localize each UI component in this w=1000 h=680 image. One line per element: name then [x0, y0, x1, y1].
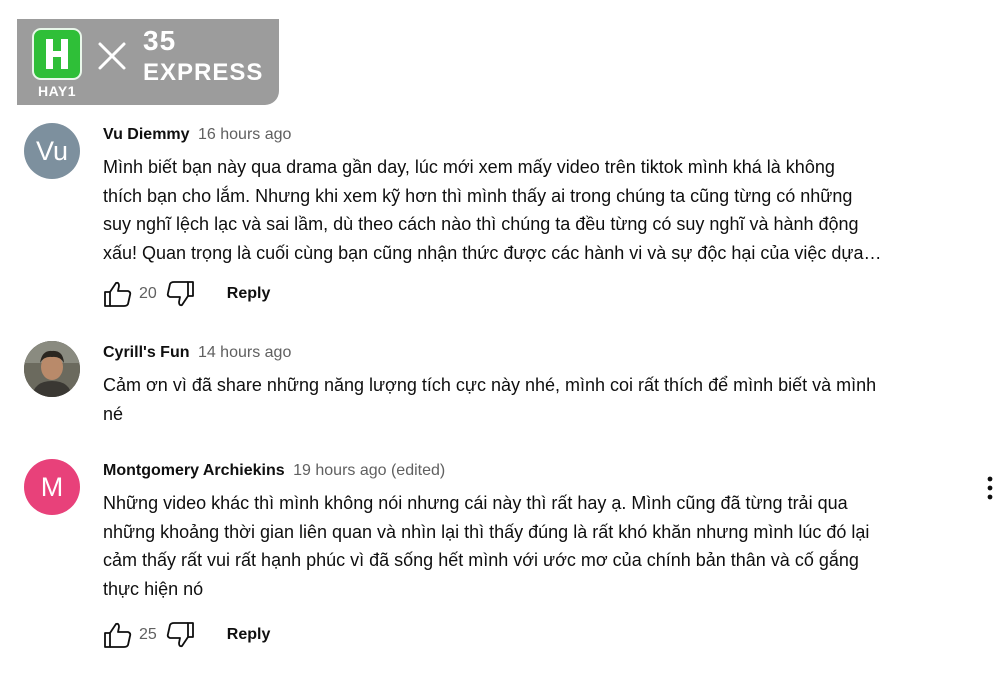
comment-body: Montgomery Archiekins 19 hours ago (edit…	[103, 461, 963, 648]
comment-text-line: Những video khác thì mình không nói nhưn…	[103, 493, 848, 513]
reply-button[interactable]: Reply	[227, 285, 271, 303]
collaboration-x-icon	[98, 42, 126, 70]
comment-text-line: suy nghĩ lệch lạc và sai lầm, dù theo cá…	[103, 214, 859, 234]
comment-actions: 25 Reply	[103, 621, 270, 649]
watermark-logo: HAY1 35 EXPRESS	[17, 19, 279, 105]
express-number-text: 35	[143, 25, 177, 56]
comment-author[interactable]: Vu Diemmy	[103, 126, 190, 143]
express-word-text: EXPRESS	[143, 59, 264, 86]
comment-timestamp[interactable]: 14 hours ago	[198, 344, 291, 361]
like-count: 20	[139, 285, 157, 302]
dislike-thumbs-down-icon[interactable]	[165, 621, 195, 649]
comment-timestamp[interactable]: 16 hours ago	[198, 126, 291, 143]
more-options-icon[interactable]	[982, 474, 998, 504]
avatar-photo-icon	[24, 341, 80, 397]
avatar-initials: Vu	[35, 135, 69, 166]
comment-text-line: cảm thấy rất vui rất hạnh phúc vì đã sốn…	[103, 550, 859, 570]
comment-text-line: xấu! Quan trọng là cuối cùng bạn cũng nh…	[103, 242, 882, 263]
like-count: 25	[139, 626, 157, 643]
like-thumbs-up-icon[interactable]	[103, 621, 133, 649]
comment-text-line: những khoảng thời gian liên quan và nhìn…	[103, 521, 870, 542]
avatar[interactable]: M	[24, 459, 80, 515]
comment-text: Những video khác thì mình không nói nhưn…	[103, 489, 963, 603]
comment-body: Cyrill's Fun 14 hours ago Cảm ơn vì đã s…	[103, 343, 963, 428]
comment-text-line: né	[103, 403, 124, 424]
hay1-brand-text: HAY1	[37, 83, 77, 99]
like-thumbs-up-icon[interactable]	[103, 280, 133, 308]
comment-text: Mình biết bạn này qua drama gần day, lúc…	[103, 153, 963, 267]
comment-text-line: Mình biết bạn này qua drama gần day, lúc…	[103, 157, 835, 177]
comment-text-line: Cảm ơn vì đã share những năng lượng tích…	[103, 375, 877, 395]
comment-text-line: thích bạn cho lắm. Nhưng khi xem kỹ hơn …	[103, 185, 853, 206]
comment-text-line: thực hiện nó	[103, 578, 204, 599]
comment-body: Vu Diemmy 16 hours ago Mình biết bạn này…	[103, 125, 963, 307]
comment-timestamp[interactable]: 19 hours ago (edited)	[293, 462, 445, 479]
hay1-logo-icon	[32, 28, 82, 80]
avatar-initials: M	[40, 471, 64, 502]
dislike-thumbs-down-icon[interactable]	[165, 280, 195, 308]
comment-author[interactable]: Montgomery Archiekins	[103, 462, 285, 479]
comment-actions: 20 Reply	[103, 280, 270, 308]
comment-text: Cảm ơn vì đã share những năng lượng tích…	[103, 371, 963, 428]
avatar[interactable]	[24, 341, 80, 397]
avatar[interactable]: Vu	[24, 123, 80, 179]
comment-author[interactable]: Cyrill's Fun	[103, 344, 189, 361]
reply-button[interactable]: Reply	[227, 626, 271, 644]
